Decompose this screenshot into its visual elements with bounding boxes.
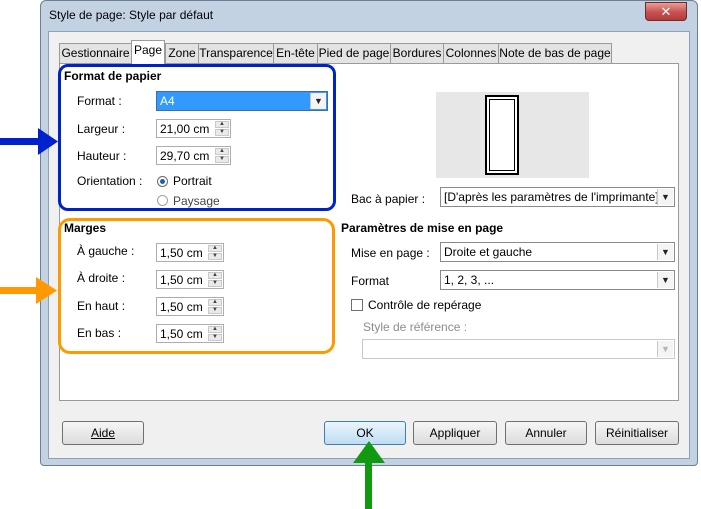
reference-style-select[interactable]: ▼ — [362, 339, 675, 359]
tab-note-de-bas-de-page[interactable]: Note de bas de page — [498, 43, 612, 63]
page-layout-label: Mise en page : — [351, 246, 430, 260]
cancel-button-label: Annuler — [525, 426, 567, 440]
register-label[interactable]: Contrôle de repérage — [368, 298, 481, 312]
tab-zone[interactable]: Zone — [165, 43, 199, 63]
tab-en-tete[interactable]: En-tête — [273, 43, 318, 63]
apply-button[interactable]: Appliquer — [413, 421, 497, 445]
orange-arrow-icon — [0, 277, 57, 304]
chevron-down-icon[interactable]: ▼ — [657, 341, 673, 357]
register-checkbox[interactable] — [351, 299, 363, 311]
paper-tray-value: [D'après les paramètres de l'imprimante] — [444, 190, 659, 204]
margins-highlight — [58, 218, 335, 354]
blue-arrow-icon — [0, 128, 58, 155]
page-preview-margins — [489, 99, 515, 171]
ok-button-label: OK — [356, 426, 374, 440]
layout-settings-heading: Paramètres de mise en page — [341, 221, 504, 235]
tab-label: Gestionnaire — [61, 46, 130, 60]
help-button-label: Aide — [90, 426, 116, 440]
tab-label: Transparence — [199, 46, 273, 60]
tab-colonnes[interactable]: Colonnes — [443, 43, 499, 63]
tab-label: Page — [133, 43, 163, 57]
tab-page[interactable]: Page — [131, 40, 165, 64]
tab-transparence[interactable]: Transparence — [198, 43, 274, 63]
reference-style-label: Style de référence : — [363, 320, 468, 334]
apply-button-label: Appliquer — [429, 426, 481, 440]
tab-bordures[interactable]: Bordures — [390, 43, 444, 63]
tab-gestionnaire[interactable]: Gestionnaire — [59, 43, 132, 63]
chevron-down-icon[interactable]: ▼ — [657, 189, 673, 205]
numbering-format-value: 1, 2, 3, ... — [444, 273, 495, 287]
title-bar[interactable]: Style de page: Style par défaut ✕ — [41, 1, 697, 31]
tab-label: Colonnes — [445, 46, 497, 60]
page-preview — [436, 92, 589, 178]
help-button[interactable]: Aide — [62, 421, 144, 445]
window-title: Style de page: Style par défaut — [49, 8, 214, 22]
numbering-format-label: Format — [351, 274, 390, 288]
tab-label: Zone — [168, 46, 196, 60]
paper-format-highlight — [58, 64, 336, 211]
chevron-down-icon[interactable]: ▼ — [657, 272, 673, 288]
tab-label: Bordures — [392, 46, 442, 60]
page-layout-select[interactable]: Droite et gauche ▼ — [440, 242, 675, 262]
tab-label: En-tête — [276, 46, 315, 60]
page-preview-sheet — [485, 95, 519, 175]
cancel-button[interactable]: Annuler — [505, 421, 587, 445]
chevron-down-icon[interactable]: ▼ — [657, 244, 673, 260]
tab-label: Pied de page — [318, 46, 390, 60]
reset-button[interactable]: Réinitialiser — [595, 421, 679, 445]
paper-tray-select[interactable]: [D'après les paramètres de l'imprimante]… — [440, 187, 675, 207]
paper-tray-label: Bac à papier : — [351, 192, 426, 206]
page-layout-value: Droite et gauche — [444, 245, 533, 259]
green-arrow-icon — [353, 441, 385, 509]
tab-label: Note de bas de page — [499, 46, 611, 60]
reset-button-label: Réinitialiser — [605, 426, 669, 440]
close-icon: ✕ — [660, 4, 672, 19]
close-button[interactable]: ✕ — [645, 2, 687, 21]
tab-pied-de-page[interactable]: Pied de page — [317, 43, 391, 63]
numbering-format-select[interactable]: 1, 2, 3, ... ▼ — [440, 270, 675, 290]
